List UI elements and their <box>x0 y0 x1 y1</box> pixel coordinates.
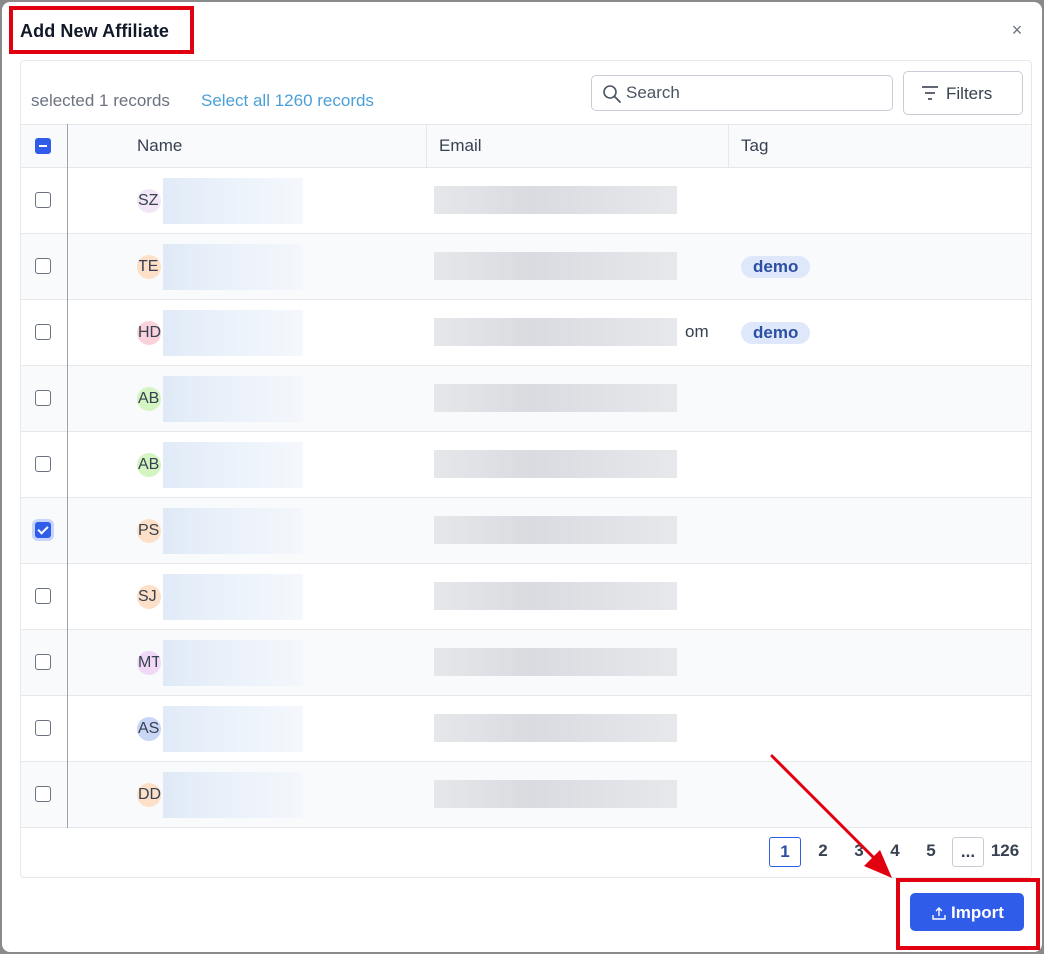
search-box[interactable] <box>591 75 893 111</box>
select-all-link[interactable]: Select all 1260 records <box>201 91 374 111</box>
affiliates-table: Name Email Tag SZ TE demo HD om demo AB AB PS SJ M… <box>21 124 1031 828</box>
import-label: Import <box>951 903 1004 922</box>
email-visible-fragment: om <box>685 322 709 341</box>
row-checkbox[interactable] <box>35 192 51 208</box>
selected-count: selected 1 records <box>31 91 170 110</box>
column-divider <box>728 125 729 169</box>
table-row[interactable]: SZ <box>21 168 1031 234</box>
row-checkbox[interactable] <box>35 720 51 736</box>
column-header-tag: Tag <box>741 136 769 155</box>
redacted-name <box>163 508 303 554</box>
upload-icon <box>932 907 946 920</box>
redacted-name <box>163 442 303 488</box>
column-divider <box>426 125 427 169</box>
redacted-email <box>434 516 677 544</box>
redacted-email <box>434 384 677 412</box>
redacted-name <box>163 640 303 686</box>
avatar: AS <box>137 717 161 741</box>
search-input[interactable] <box>626 80 886 106</box>
tag-badge: demo <box>741 322 811 344</box>
column-header-email: Email <box>439 136 482 155</box>
table-row[interactable]: AB <box>21 432 1031 498</box>
search-icon <box>603 85 621 103</box>
table-row[interactable]: HD om demo <box>21 300 1031 366</box>
row-checkbox[interactable] <box>35 654 51 670</box>
close-icon[interactable]: × <box>1005 18 1029 42</box>
redacted-name <box>163 244 303 290</box>
table-row[interactable]: SJ <box>21 564 1031 630</box>
row-checkbox[interactable] <box>35 522 51 538</box>
filter-icon <box>922 86 938 100</box>
avatar: TE <box>137 255 161 279</box>
redacted-email <box>434 714 677 742</box>
redacted-name <box>163 574 303 620</box>
modal-title: Add New Affiliate <box>20 21 170 41</box>
avatar: PS <box>137 519 161 543</box>
avatar: DD <box>137 783 161 807</box>
table-row[interactable]: MT <box>21 630 1031 696</box>
redacted-name <box>163 706 303 752</box>
table-header: Name Email Tag <box>21 124 1031 169</box>
table-body: SZ TE demo HD om demo AB AB PS SJ MT AS DD <box>21 168 1031 828</box>
table-row[interactable]: PS <box>21 498 1031 564</box>
redacted-email <box>434 186 677 214</box>
redacted-name <box>163 310 303 356</box>
filters-button[interactable]: Filters <box>903 71 1023 115</box>
avatar: AB <box>137 387 161 411</box>
row-checkbox[interactable] <box>35 588 51 604</box>
redacted-email <box>434 648 677 676</box>
avatar: AB <box>137 453 161 477</box>
redacted-email <box>434 252 677 280</box>
redacted-email <box>434 780 677 808</box>
redacted-email <box>434 582 677 610</box>
avatar: HD <box>137 321 161 345</box>
tag-badge: demo <box>741 256 811 278</box>
redacted-name <box>163 376 303 422</box>
table-row[interactable]: TE demo <box>21 234 1031 300</box>
redacted-email <box>434 450 677 478</box>
sticky-column-divider <box>67 124 68 828</box>
redacted-name <box>163 772 303 818</box>
select-all-checkbox[interactable] <box>35 138 51 154</box>
column-header-name: Name <box>137 136 183 155</box>
avatar: SJ <box>137 585 161 609</box>
row-checkbox[interactable] <box>35 786 51 802</box>
avatar: MT <box>137 651 161 675</box>
row-checkbox[interactable] <box>35 456 51 472</box>
filters-label: Filters <box>946 84 993 103</box>
redacted-name <box>163 178 303 224</box>
page-button-last[interactable]: 126 <box>987 837 1023 867</box>
page-ellipsis[interactable]: ... <box>952 837 984 867</box>
page-button-5[interactable]: 5 <box>921 837 941 867</box>
row-checkbox[interactable] <box>35 258 51 274</box>
avatar: SZ <box>137 189 161 213</box>
redacted-email <box>434 318 677 346</box>
row-checkbox[interactable] <box>35 390 51 406</box>
row-checkbox[interactable] <box>35 324 51 340</box>
table-row[interactable]: AB <box>21 366 1031 432</box>
import-button[interactable]: Import <box>910 893 1024 931</box>
annotation-arrow <box>770 754 892 878</box>
